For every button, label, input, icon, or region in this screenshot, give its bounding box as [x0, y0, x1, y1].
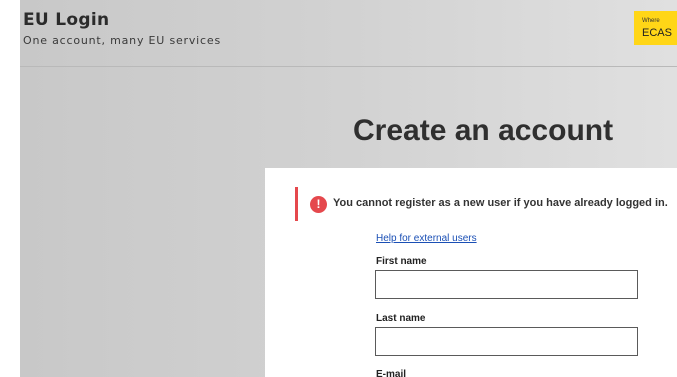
- last-name-label: Last name: [376, 313, 426, 324]
- error-alert: ! You cannot register as a new user if y…: [295, 187, 677, 221]
- site-header: EU Login One account, many EU services W…: [20, 0, 677, 67]
- ecas-badge-caption: Where: [642, 18, 660, 24]
- site-subtitle: One account, many EU services: [23, 34, 221, 47]
- registration-form-card: ! You cannot register as a new user if y…: [265, 168, 677, 377]
- first-name-input[interactable]: [375, 270, 638, 299]
- error-icon: !: [310, 196, 327, 213]
- page-title: Create an account: [353, 114, 614, 147]
- email-label: E-mail: [376, 369, 407, 377]
- last-name-input[interactable]: [375, 327, 638, 356]
- ecas-badge-label: ECAS: [642, 27, 672, 39]
- page: EU Login One account, many EU services W…: [0, 0, 677, 377]
- ecas-badge[interactable]: Where ECAS: [634, 11, 677, 45]
- site-title: EU Login: [23, 10, 110, 30]
- browser-viewport: EU Login One account, many EU services W…: [20, 0, 677, 377]
- first-name-label: First name: [376, 256, 427, 267]
- error-alert-message: You cannot register as a new user if you…: [333, 197, 668, 209]
- help-external-users-link[interactable]: Help for external users: [376, 233, 477, 244]
